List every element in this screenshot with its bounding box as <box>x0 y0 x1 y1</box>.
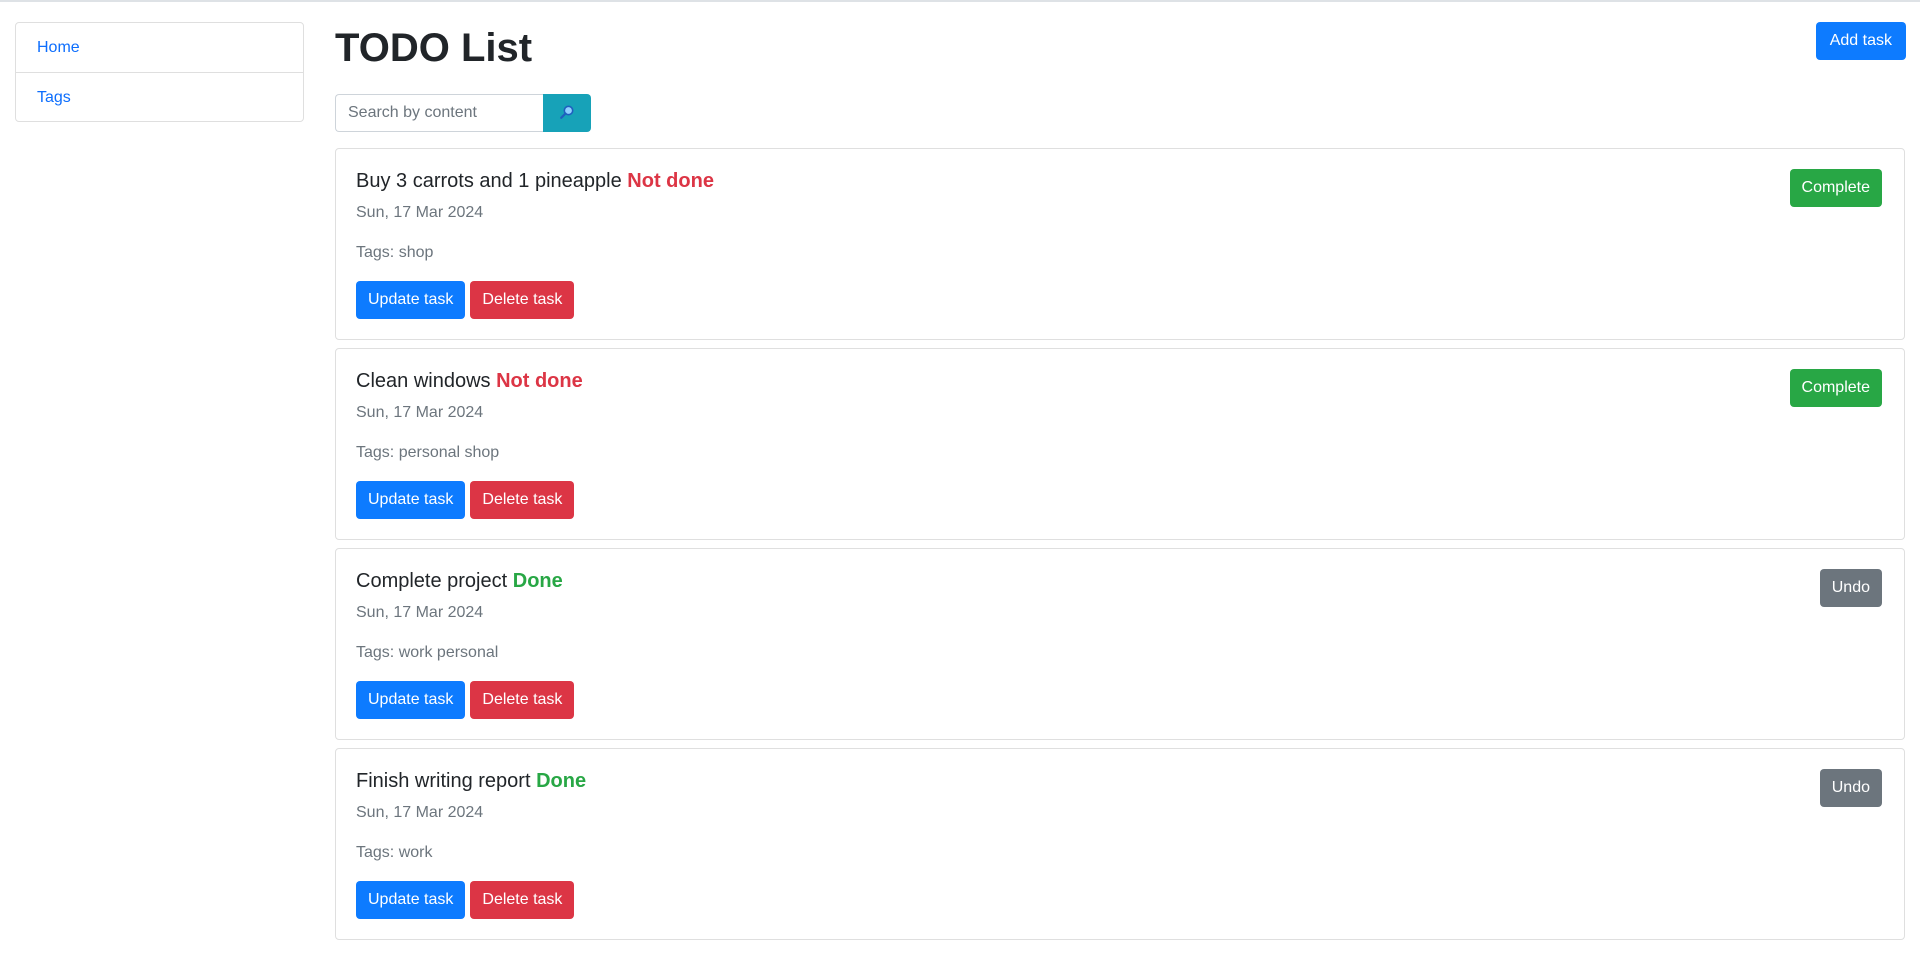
status-badge: Not done <box>496 370 583 392</box>
page-title: TODO List <box>335 26 533 70</box>
task-title-row: Clean windows Not done <box>356 369 583 393</box>
delete-task-button[interactable]: Delete task <box>470 281 575 319</box>
task-card: Complete project Done Sun, 17 Mar 2024 T… <box>335 548 1905 740</box>
task-card: Finish writing report Done Sun, 17 Mar 2… <box>335 748 1905 940</box>
task-card: Buy 3 carrots and 1 pineapple Not done S… <box>335 148 1905 340</box>
task-date: Sun, 17 Mar 2024 <box>356 804 484 821</box>
task-title: Finish writing report <box>356 770 531 792</box>
task-date: Sun, 17 Mar 2024 <box>356 404 484 421</box>
complete-button[interactable]: Complete <box>1789 369 1882 407</box>
undo-button[interactable]: Undo <box>1819 769 1882 807</box>
task-title-row: Complete project Done <box>356 569 563 593</box>
search-input[interactable] <box>335 94 543 132</box>
task-title-row: Buy 3 carrots and 1 pineapple Not done <box>356 169 714 193</box>
task-list: Buy 3 carrots and 1 pineapple Not done S… <box>335 148 1905 948</box>
sidebar: Home Tags <box>15 22 304 122</box>
delete-task-button[interactable]: Delete task <box>470 881 575 919</box>
update-task-button[interactable]: Update task <box>356 881 466 919</box>
task-title: Clean windows <box>356 370 491 392</box>
search-button[interactable] <box>543 94 591 132</box>
status-badge: Done <box>512 570 563 592</box>
update-task-button[interactable]: Update task <box>356 281 466 319</box>
task-title: Buy 3 carrots and 1 pineapple <box>356 170 622 192</box>
delete-task-button[interactable]: Delete task <box>470 481 575 519</box>
sidebar-item-home[interactable]: Home <box>16 23 303 72</box>
task-actions: Update task Delete task <box>356 481 575 519</box>
task-date: Sun, 17 Mar 2024 <box>356 604 484 621</box>
task-tags: Tags: personal shop <box>356 444 500 461</box>
status-badge: Not done <box>627 170 714 192</box>
task-title: Complete project <box>356 570 508 592</box>
task-tags: Tags: shop <box>356 244 434 261</box>
task-actions: Update task Delete task <box>356 681 575 719</box>
delete-task-button[interactable]: Delete task <box>470 681 575 719</box>
task-actions: Update task Delete task <box>356 881 575 919</box>
update-task-button[interactable]: Update task <box>356 681 466 719</box>
sidebar-item-tags[interactable]: Tags <box>16 72 303 121</box>
add-task-button[interactable]: Add task <box>1815 22 1906 60</box>
task-date: Sun, 17 Mar 2024 <box>356 204 484 221</box>
task-tags: Tags: work personal <box>356 644 499 661</box>
undo-button[interactable]: Undo <box>1819 569 1882 607</box>
task-actions: Update task Delete task <box>356 281 575 319</box>
task-title-row: Finish writing report Done <box>356 769 586 793</box>
search-icon <box>559 104 575 123</box>
status-badge: Done <box>536 770 587 792</box>
complete-button[interactable]: Complete <box>1789 169 1882 207</box>
search-bar <box>335 94 591 132</box>
main-content: TODO List Add task Buy 3 carrots and 1 p… <box>335 0 1906 953</box>
task-tags: Tags: work <box>356 844 433 861</box>
task-card: Clean windows Not done Sun, 17 Mar 2024 … <box>335 348 1905 540</box>
update-task-button[interactable]: Update task <box>356 481 466 519</box>
